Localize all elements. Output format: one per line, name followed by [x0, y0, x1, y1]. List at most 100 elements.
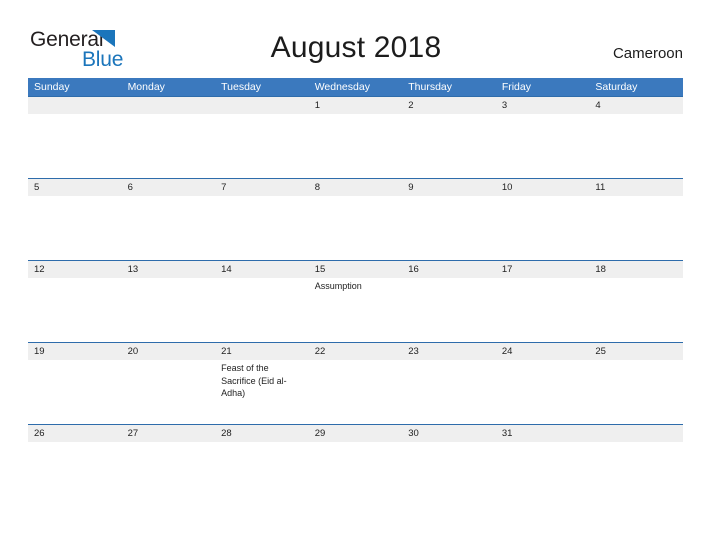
- calendar-week-row: 19 20 21 22 23 24 25 Feast of the Sacrif…: [28, 342, 683, 424]
- day-number[interactable]: 13: [122, 261, 216, 278]
- day-number[interactable]: 2: [402, 97, 496, 114]
- calendar-page: General Blue August 2018 Cameroon Sunday…: [0, 0, 712, 550]
- day-event[interactable]: [309, 360, 403, 424]
- event-text: Assumption: [314, 281, 362, 291]
- day-event[interactable]: [28, 360, 122, 424]
- day-number[interactable]: 1: [309, 97, 403, 114]
- day-number[interactable]: 31: [496, 425, 590, 442]
- event-text: Feast of the Sacrifice (Eid al-Adha): [221, 363, 287, 398]
- day-event[interactable]: [589, 114, 683, 178]
- day-number[interactable]: 17: [496, 261, 590, 278]
- day-event[interactable]: [122, 196, 216, 260]
- day-event[interactable]: [122, 278, 216, 342]
- day-event[interactable]: [309, 196, 403, 260]
- day-number[interactable]: 5: [28, 179, 122, 196]
- day-number[interactable]: 16: [402, 261, 496, 278]
- day-number[interactable]: 29: [309, 425, 403, 442]
- weekday-header-sunday: Sunday: [34, 81, 70, 93]
- weekday-header-monday: Monday: [127, 81, 165, 93]
- day-event[interactable]: [496, 360, 590, 424]
- day-event[interactable]: [309, 114, 403, 178]
- page-title: August 2018: [270, 31, 442, 64]
- calendar-week-row: 5 6 7 8 9 10 11: [28, 178, 683, 260]
- day-number[interactable]: 19: [28, 343, 122, 360]
- day-number[interactable]: 3: [496, 97, 590, 114]
- weekday-header-wednesday: Wednesday: [314, 81, 370, 93]
- region-label: Cameroon: [612, 45, 683, 62]
- day-number[interactable]: [589, 425, 683, 442]
- calendar-week-row: 1 2 3 4: [28, 96, 683, 178]
- day-event[interactable]: [589, 360, 683, 424]
- day-number[interactable]: [122, 97, 216, 114]
- week-event-band: Assumption: [28, 278, 683, 342]
- day-event[interactable]: [122, 114, 216, 178]
- day-number[interactable]: 10: [496, 179, 590, 196]
- week-event-band: [28, 196, 683, 260]
- day-event[interactable]: [28, 196, 122, 260]
- week-date-band: 19 20 21 22 23 24 25: [28, 343, 683, 360]
- week-event-band: Feast of the Sacrifice (Eid al-Adha): [28, 360, 683, 424]
- weekday-header-thursday: Thursday: [408, 81, 453, 93]
- day-number[interactable]: 14: [215, 261, 309, 278]
- day-event[interactable]: [402, 196, 496, 260]
- day-event[interactable]: [496, 114, 590, 178]
- day-number[interactable]: 30: [402, 425, 496, 442]
- day-event[interactable]: [496, 442, 590, 506]
- day-number[interactable]: 20: [122, 343, 216, 360]
- day-number[interactable]: 7: [215, 179, 309, 196]
- weekday-header-tuesday: Tuesday: [221, 81, 262, 93]
- day-event[interactable]: [496, 196, 590, 260]
- week-date-band: 26 27 28 29 30 31: [28, 425, 683, 442]
- day-event[interactable]: [28, 114, 122, 178]
- day-event[interactable]: [215, 114, 309, 178]
- day-event[interactable]: [402, 114, 496, 178]
- day-event[interactable]: [589, 278, 683, 342]
- day-number[interactable]: 8: [309, 179, 403, 196]
- day-event[interactable]: [589, 196, 683, 260]
- day-event[interactable]: [496, 278, 590, 342]
- day-event[interactable]: [215, 278, 309, 342]
- day-number[interactable]: 26: [28, 425, 122, 442]
- day-event-eid[interactable]: Feast of the Sacrifice (Eid al-Adha): [215, 360, 309, 424]
- page-header: General Blue August 2018 Cameroon: [0, 0, 712, 78]
- day-number[interactable]: 22: [309, 343, 403, 360]
- weekday-header-friday: Friday: [501, 81, 531, 93]
- day-event[interactable]: [402, 442, 496, 506]
- day-event-assumption[interactable]: Assumption: [309, 278, 403, 342]
- week-event-band: [28, 114, 683, 178]
- day-event[interactable]: [28, 278, 122, 342]
- day-number[interactable]: 21: [215, 343, 309, 360]
- day-event[interactable]: [402, 278, 496, 342]
- day-number[interactable]: 27: [122, 425, 216, 442]
- week-date-band: 1 2 3 4: [28, 97, 683, 114]
- week-event-band: [28, 442, 683, 506]
- day-number[interactable]: 4: [589, 97, 683, 114]
- day-event[interactable]: [402, 360, 496, 424]
- day-event[interactable]: [122, 360, 216, 424]
- day-number[interactable]: 11: [589, 179, 683, 196]
- calendar-week-row: 12 13 14 15 16 17 18 Assumption: [28, 260, 683, 342]
- day-event[interactable]: [215, 442, 309, 506]
- weekday-header-saturday: Saturday: [595, 81, 638, 93]
- day-number[interactable]: 9: [402, 179, 496, 196]
- day-number[interactable]: 12: [28, 261, 122, 278]
- day-number[interactable]: 18: [589, 261, 683, 278]
- day-number[interactable]: 24: [496, 343, 590, 360]
- day-event[interactable]: [28, 442, 122, 506]
- day-number[interactable]: 23: [402, 343, 496, 360]
- calendar-week-row: 26 27 28 29 30 31: [28, 424, 683, 506]
- week-date-band: 12 13 14 15 16 17 18: [28, 261, 683, 278]
- day-number[interactable]: 28: [215, 425, 309, 442]
- day-event[interactable]: [309, 442, 403, 506]
- day-number[interactable]: 6: [122, 179, 216, 196]
- calendar-table: Sunday Monday Tuesday Wednesday Thursday…: [28, 78, 683, 506]
- day-event[interactable]: [589, 442, 683, 506]
- weekday-header-row: Sunday Monday Tuesday Wednesday Thursday…: [28, 78, 683, 96]
- week-date-band: 5 6 7 8 9 10 11: [28, 179, 683, 196]
- day-number[interactable]: 25: [589, 343, 683, 360]
- day-number[interactable]: [28, 97, 122, 114]
- day-event[interactable]: [215, 196, 309, 260]
- day-number[interactable]: 15: [309, 261, 403, 278]
- day-number[interactable]: [215, 97, 309, 114]
- day-event[interactable]: [122, 442, 216, 506]
